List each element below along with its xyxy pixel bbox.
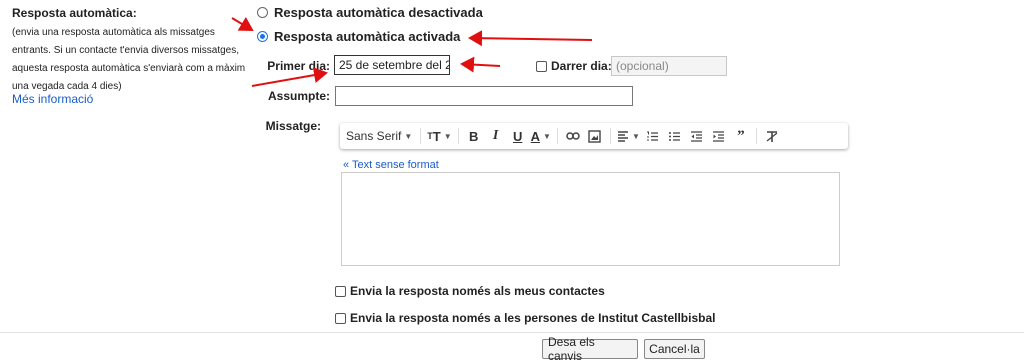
toolbar-separator <box>420 128 422 144</box>
contacts-only-option[interactable]: Envia la resposta només als meus contact… <box>335 284 605 298</box>
font-size-icon[interactable]: T T ▼ <box>427 126 451 146</box>
auto-reply-off-radio[interactable] <box>257 7 268 18</box>
subject-input[interactable] <box>335 86 633 106</box>
first-day-input[interactable]: 25 de setembre del 2 <box>334 55 450 75</box>
contacts-only-checkbox[interactable] <box>335 285 346 297</box>
auto-reply-off-option[interactable]: Resposta automàtica desactivada <box>257 5 483 20</box>
bold-icon[interactable]: B <box>465 126 483 146</box>
numbered-list-icon[interactable] <box>644 126 662 146</box>
text-color-icon[interactable]: A ▼ <box>531 126 551 146</box>
toolbar-separator <box>457 128 459 144</box>
remove-formatting-icon[interactable] <box>763 126 781 146</box>
org-only-checkbox[interactable] <box>335 312 346 324</box>
message-body-textarea[interactable] <box>341 172 840 266</box>
align-icon[interactable]: ▼ <box>617 126 640 146</box>
last-day-option[interactable]: Darrer dia: <box>536 59 612 73</box>
org-only-label: Envia la resposta només a les persones d… <box>350 311 716 325</box>
plain-text-link[interactable]: « Text sense format <box>343 159 439 171</box>
formatting-toolbar: Sans Serif ▼ T T ▼ B I U A ▼ ▼ ” <box>340 123 848 149</box>
contacts-only-label: Envia la resposta només als meus contact… <box>350 284 605 298</box>
underline-icon[interactable]: U <box>509 126 527 146</box>
arrow-to-first-day <box>251 67 328 87</box>
arrow-to-activated-label <box>468 30 593 47</box>
more-info-link[interactable]: Més informació <box>12 92 93 106</box>
font-family-value: Sans Serif <box>346 129 402 143</box>
toolbar-separator <box>609 128 611 144</box>
toolbar-separator <box>755 128 757 144</box>
toolbar-separator <box>556 128 558 144</box>
bulleted-list-icon[interactable] <box>666 126 684 146</box>
divider <box>0 332 1024 333</box>
font-family-select[interactable]: Sans Serif ▼ <box>344 126 414 146</box>
indent-more-icon[interactable] <box>710 126 728 146</box>
arrow-to-date-input <box>460 56 501 73</box>
last-day-input[interactable]: (opcional) <box>611 56 727 76</box>
auto-reply-on-radio[interactable] <box>257 31 268 42</box>
quote-icon[interactable]: ” <box>732 126 750 146</box>
subject-label: Assumpte: <box>267 89 330 103</box>
italic-icon[interactable]: I <box>487 126 505 146</box>
indent-less-icon[interactable] <box>688 126 706 146</box>
auto-reply-off-label: Resposta automàtica desactivada <box>274 5 483 20</box>
cancel-button[interactable]: Cancel·la <box>644 339 705 359</box>
auto-reply-on-label: Resposta automàtica activada <box>274 29 461 44</box>
link-icon[interactable] <box>564 126 582 146</box>
chevron-down-icon: ▼ <box>404 131 413 141</box>
org-only-option[interactable]: Envia la resposta només a les persones d… <box>335 311 715 325</box>
image-icon[interactable] <box>586 126 604 146</box>
last-day-checkbox[interactable] <box>536 60 547 72</box>
message-label: Missatge: <box>265 119 321 133</box>
first-day-label: Primer dia: <box>267 59 330 73</box>
save-changes-button[interactable]: Desa els canvis <box>542 335 638 363</box>
auto-reply-description: (envia una resposta automàtica als missa… <box>12 27 246 92</box>
auto-reply-on-option[interactable]: Resposta automàtica activada <box>257 29 460 44</box>
auto-reply-title: Resposta automàtica: <box>12 6 137 20</box>
last-day-label: Darrer dia: <box>551 59 612 73</box>
